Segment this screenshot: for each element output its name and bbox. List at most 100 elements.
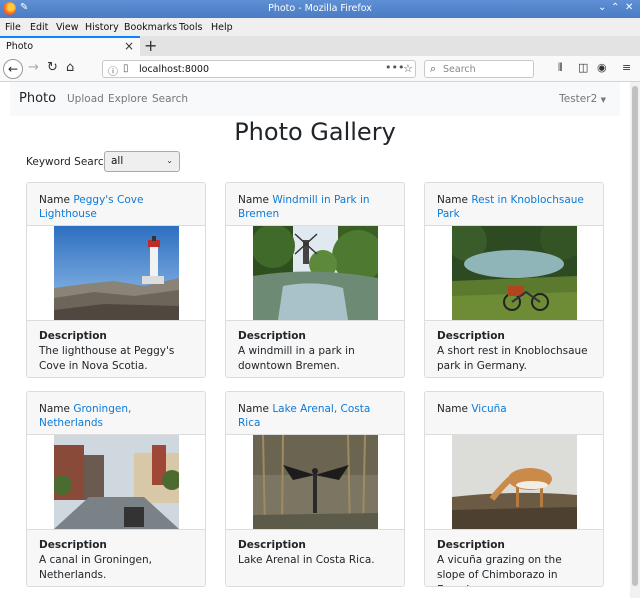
- tab-photo[interactable]: Photo ×: [0, 36, 140, 56]
- description-heading: Description: [238, 330, 306, 342]
- photo-description: Lake Arenal in Costa Rica.: [238, 554, 375, 566]
- card-description: Description The lighthouse at Peggy's Co…: [27, 320, 205, 377]
- window-title: Photo - Mozilla Firefox: [268, 3, 372, 14]
- close-tab-icon[interactable]: ×: [124, 39, 134, 53]
- info-icon[interactable]: ⓘ: [108, 63, 118, 78]
- menu-tools[interactable]: Tools: [179, 22, 202, 33]
- menu-bar: File Edit View History Bookmarks Tools H…: [0, 18, 640, 36]
- name-label: Name: [39, 194, 70, 206]
- card-description: Description A short rest in Knoblochsaue…: [425, 320, 603, 377]
- photo-name-link[interactable]: Vicuña: [471, 403, 506, 415]
- page-icon: ▯: [123, 63, 129, 74]
- menu-edit[interactable]: Edit: [30, 22, 48, 33]
- back-icon[interactable]: ←: [3, 59, 23, 79]
- photo-card: Name Vicuña Description A vicuña grazing…: [424, 391, 604, 587]
- tab-label: Photo: [6, 41, 34, 52]
- photo-thumbnail[interactable]: [54, 435, 179, 529]
- menu-history[interactable]: History: [85, 22, 119, 33]
- name-label: Name: [437, 403, 468, 415]
- page-title: Photo Gallery: [234, 118, 396, 146]
- nav-explore[interactable]: Explore: [108, 93, 147, 105]
- card-image-area: [226, 435, 404, 529]
- sidebar-icon[interactable]: ◫: [578, 61, 588, 74]
- tab-bar: Photo × +: [0, 36, 640, 56]
- app-navbar: Photo Upload Explore Search Tester2 ▼: [10, 82, 620, 116]
- photo-card: Name Rest in Knoblochsaue Park Descripti…: [424, 182, 604, 378]
- description-heading: Description: [39, 539, 107, 551]
- card-image-area: [27, 226, 205, 320]
- keyword-select-value: all: [111, 155, 124, 167]
- card-description: Description A windmill in a park in down…: [226, 320, 404, 377]
- card-header: Name Peggy's Cove Lighthouse: [27, 183, 205, 226]
- nav-search[interactable]: Search: [152, 93, 188, 105]
- home-icon[interactable]: ⌂: [66, 60, 74, 75]
- card-header: Name Lake Arenal, Costa Rica: [226, 392, 404, 435]
- card-header: Name Groningen, Netherlands: [27, 392, 205, 435]
- reload-icon[interactable]: ↻: [47, 60, 58, 75]
- close-window-icon[interactable]: ✕: [625, 2, 633, 13]
- keyword-select[interactable]: all ⌄: [104, 151, 180, 172]
- search-bar[interactable]: ⌕ Search: [424, 60, 534, 78]
- library-icon[interactable]: ⫴: [558, 61, 563, 75]
- url-text[interactable]: localhost:8000: [139, 64, 209, 75]
- photo-card: Name Peggy's Cove Lighthouse Description…: [26, 182, 206, 378]
- photo-card: Name Lake Arenal, Costa Rica Description…: [225, 391, 405, 587]
- forward-icon[interactable]: →: [28, 60, 39, 75]
- page-viewport: Photo Upload Explore Search Tester2 ▼ Ph…: [0, 82, 640, 598]
- chevron-down-icon: ⌄: [166, 156, 173, 165]
- new-tab-icon[interactable]: +: [144, 36, 157, 55]
- card-description: Description A canal in Groningen, Nether…: [27, 529, 205, 586]
- card-image-area: [226, 226, 404, 320]
- menu-bookmarks[interactable]: Bookmarks: [124, 22, 177, 33]
- photo-thumbnail[interactable]: [452, 435, 577, 529]
- card-header: Name Vicuña: [425, 392, 603, 435]
- photo-description: A windmill in a park in downtown Bremen.: [238, 345, 355, 372]
- card-image-area: [425, 226, 603, 320]
- scrollbar-thumb[interactable]: [632, 86, 638, 586]
- navigation-toolbar: ← → ↻ ⌂ ⓘ ▯ localhost:8000 ••• ☆ ⌕ Searc…: [0, 56, 640, 82]
- page-actions-icon[interactable]: •••: [385, 61, 404, 74]
- brand-link[interactable]: Photo: [19, 91, 56, 106]
- photo-description: A vicuña grazing on the slope of Chimbor…: [437, 554, 562, 586]
- card-header: Name Rest in Knoblochsaue Park: [425, 183, 603, 226]
- search-placeholder[interactable]: Search: [443, 64, 476, 75]
- photo-thumbnail[interactable]: [253, 226, 378, 320]
- photo-description: A canal in Groningen, Netherlands.: [39, 554, 152, 581]
- hamburger-menu-icon[interactable]: ≡: [622, 61, 631, 74]
- photo-description: The lighthouse at Peggy's Cove in Nova S…: [39, 345, 175, 372]
- menu-help[interactable]: Help: [211, 22, 233, 33]
- nav-upload[interactable]: Upload: [67, 93, 104, 105]
- window-titlebar: ✎ Photo - Mozilla Firefox ⌄ ⌃ ✕: [0, 0, 640, 18]
- user-name: Tester2: [559, 93, 598, 105]
- photo-thumbnail[interactable]: [452, 226, 577, 320]
- maximize-icon[interactable]: ⌃: [611, 2, 619, 13]
- photo-thumbnail[interactable]: [54, 226, 179, 320]
- description-heading: Description: [238, 539, 306, 551]
- url-bar[interactable]: ⓘ ▯ localhost:8000 ••• ☆: [102, 60, 416, 78]
- name-label: Name: [437, 194, 468, 206]
- description-heading: Description: [39, 330, 107, 342]
- description-heading: Description: [437, 330, 505, 342]
- account-icon[interactable]: ◉: [597, 61, 607, 74]
- caret-down-icon: ▼: [600, 96, 606, 104]
- card-image-area: [425, 435, 603, 529]
- user-dropdown[interactable]: Tester2 ▼: [559, 93, 606, 105]
- keyword-search-label: Keyword Search:: [26, 156, 114, 168]
- name-label: Name: [39, 403, 70, 415]
- photo-card: Name Groningen, Netherlands Description …: [26, 391, 206, 587]
- card-header: Name Windmill in Park in Bremen: [226, 183, 404, 226]
- search-icon: ⌕: [430, 62, 437, 75]
- card-description: Description A vicuña grazing on the slop…: [425, 529, 603, 586]
- card-description: Description Lake Arenal in Costa Rica.: [226, 529, 404, 586]
- menu-file[interactable]: File: [5, 22, 21, 33]
- minimize-icon[interactable]: ⌄: [598, 2, 606, 13]
- bookmark-star-icon[interactable]: ☆: [403, 62, 413, 75]
- menu-view[interactable]: View: [56, 22, 79, 33]
- name-label: Name: [238, 194, 269, 206]
- card-image-area: [27, 435, 205, 529]
- photo-description: A short rest in Knoblochsaue park in Ger…: [437, 345, 588, 372]
- photo-card: Name Windmill in Park in Bremen Descript…: [225, 182, 405, 378]
- name-label: Name: [238, 403, 269, 415]
- photo-thumbnail[interactable]: [253, 435, 378, 529]
- description-heading: Description: [437, 539, 505, 551]
